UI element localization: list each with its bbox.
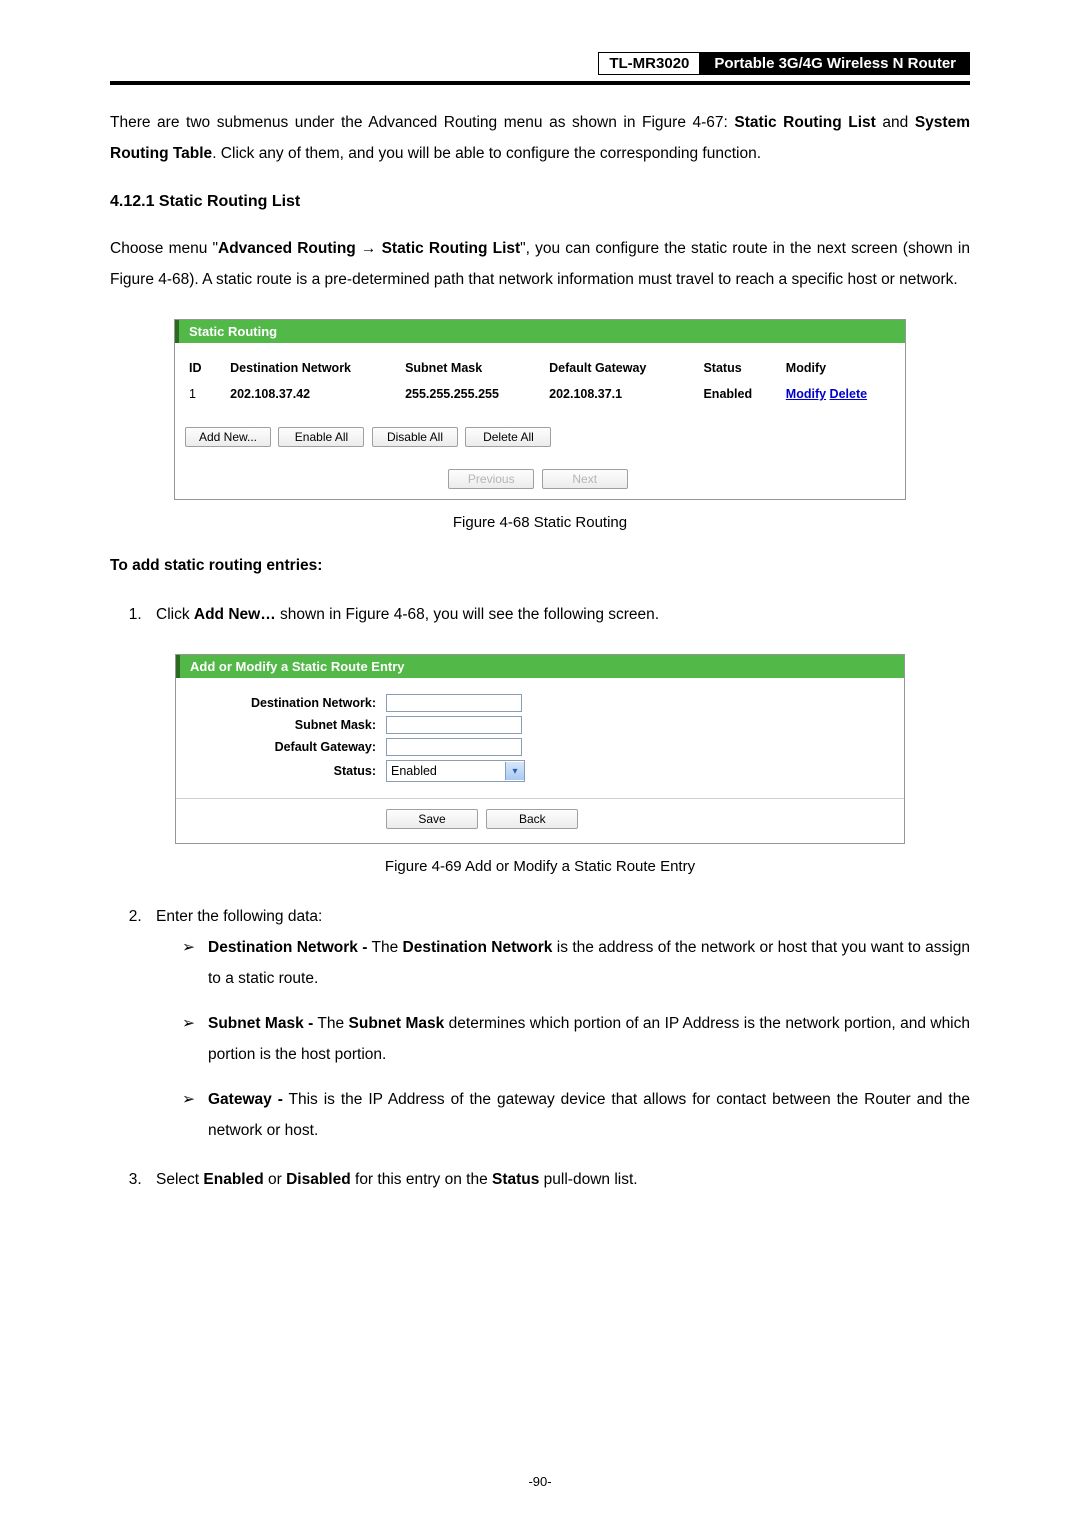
s3-b2: Disabled — [286, 1171, 351, 1188]
default-gateway-input[interactable] — [386, 738, 522, 756]
table-header-row: ID Destination Network Subnet Mask Defau… — [185, 357, 895, 383]
intro-mid: and — [876, 114, 915, 131]
th-default-gateway: Default Gateway — [545, 357, 699, 383]
add-entries-subhead: To add static routing entries: — [110, 557, 970, 575]
next-button[interactable]: Next — [542, 469, 628, 489]
s3-t2: or — [264, 1171, 286, 1188]
intro-text1: There are two submenus under the Advance… — [110, 114, 734, 131]
cell-destination-network: 202.108.37.42 — [226, 383, 401, 409]
panel2-title: Add or Modify a Static Route Entry — [176, 655, 904, 678]
section-title: 4.12.1 Static Routing List — [110, 193, 970, 211]
panel1-button-row1: Add New... Enable All Disable All Delete… — [185, 427, 895, 447]
s3-t4: pull-down list. — [539, 1171, 637, 1188]
form-row-destination-network: Destination Network: — [176, 692, 904, 714]
add-modify-panel: Add or Modify a Static Route Entry Desti… — [175, 654, 905, 844]
step1-prefix: Click — [156, 606, 194, 623]
subnet-mask-input[interactable] — [386, 716, 522, 734]
back-button[interactable]: Back — [486, 809, 578, 829]
step-3: Select Enabled or Disabled for this entr… — [146, 1164, 970, 1195]
th-id: ID — [185, 357, 226, 383]
chevron-down-icon: ▾ — [505, 762, 524, 780]
disable-all-button[interactable]: Disable All — [372, 427, 458, 447]
form-row-status: Status: Enabled ▾ — [176, 758, 904, 784]
b1-b2: Destination Network — [403, 939, 553, 956]
cell-subnet-mask: 255.255.255.255 — [401, 383, 545, 409]
panel2-button-row: Save Back — [176, 798, 904, 839]
p2-arrow-icon: → — [356, 240, 382, 257]
delete-link[interactable]: Delete — [830, 387, 868, 401]
th-status: Status — [699, 357, 781, 383]
header-divider: TL-MR3020Portable 3G/4G Wireless N Route… — [110, 50, 970, 85]
para-choose-menu: Choose menu "Advanced Routing → Static R… — [110, 233, 970, 295]
previous-button[interactable]: Previous — [448, 469, 534, 489]
step2-intro: Enter the following data: — [156, 908, 322, 925]
cell-default-gateway: 202.108.37.1 — [545, 383, 699, 409]
modify-link[interactable]: Modify — [786, 387, 826, 401]
form-row-default-gateway: Default Gateway: — [176, 736, 904, 758]
bullet-gateway: Gateway - This is the IP Address of the … — [182, 1084, 970, 1146]
bullet-subnet-mask: Subnet Mask - The Subnet Mask determines… — [182, 1008, 970, 1070]
p2-b2: Static Routing List — [382, 240, 521, 257]
s3-b3: Status — [492, 1171, 539, 1188]
intro-text2: . Click any of them, and you will be abl… — [212, 145, 761, 162]
b2-b1: Subnet Mask - — [208, 1015, 313, 1032]
label-status: Status: — [176, 764, 386, 778]
product-name: Portable 3G/4G Wireless N Router — [700, 52, 970, 75]
delete-all-button[interactable]: Delete All — [465, 427, 551, 447]
page-number: -90- — [110, 1474, 970, 1489]
s3-t3: for this entry on the — [351, 1171, 492, 1188]
model-number: TL-MR3020 — [598, 52, 700, 75]
step1-suffix: shown in Figure 4-68, you will see the f… — [276, 606, 659, 623]
b2-b2: Subnet Mask — [349, 1015, 445, 1032]
status-select[interactable]: Enabled ▾ — [386, 760, 525, 782]
cell-status: Enabled — [699, 383, 781, 409]
cell-id: 1 — [185, 383, 226, 409]
panel1-title: Static Routing — [175, 320, 905, 343]
form-row-subnet-mask: Subnet Mask: — [176, 714, 904, 736]
b2-t1: The — [313, 1015, 348, 1032]
intro-bold1: Static Routing List — [734, 114, 875, 131]
static-routing-table: ID Destination Network Subnet Mask Defau… — [185, 357, 895, 409]
static-routing-panel: Static Routing ID Destination Network Su… — [174, 319, 906, 500]
b3-b1: Gateway - — [208, 1091, 283, 1108]
th-subnet-mask: Subnet Mask — [401, 357, 545, 383]
step-2: Enter the following data: Destination Ne… — [146, 901, 970, 1146]
figure-caption-2: Figure 4-69 Add or Modify a Static Route… — [110, 858, 970, 875]
figure-caption-1: Figure 4-68 Static Routing — [110, 514, 970, 531]
panel1-button-row2: Previous Next — [185, 469, 895, 489]
b1-b1: Destination Network - — [208, 939, 367, 956]
table-row: 1 202.108.37.42 255.255.255.255 202.108.… — [185, 383, 895, 409]
cell-modify: Modify Delete — [782, 383, 895, 409]
th-destination-network: Destination Network — [226, 357, 401, 383]
label-destination-network: Destination Network: — [176, 696, 386, 710]
destination-network-input[interactable] — [386, 694, 522, 712]
add-new-button[interactable]: Add New... — [185, 427, 271, 447]
bullet-destination-network: Destination Network - The Destination Ne… — [182, 932, 970, 994]
s3-b1: Enabled — [203, 1171, 263, 1188]
save-button[interactable]: Save — [386, 809, 478, 829]
b3-t1: This is the IP Address of the gateway de… — [208, 1091, 970, 1139]
b1-t1: The — [367, 939, 402, 956]
intro-paragraph: There are two submenus under the Advance… — [110, 107, 970, 169]
enable-all-button[interactable]: Enable All — [278, 427, 364, 447]
s3-t1: Select — [156, 1171, 203, 1188]
status-select-value: Enabled — [387, 764, 505, 778]
label-default-gateway: Default Gateway: — [176, 740, 386, 754]
step-1: Click Add New… shown in Figure 4-68, you… — [146, 599, 970, 630]
step1-bold: Add New… — [194, 606, 276, 623]
p2-b1: Advanced Routing — [218, 240, 356, 257]
p2-t1: Choose menu " — [110, 240, 218, 257]
label-subnet-mask: Subnet Mask: — [176, 718, 386, 732]
th-modify: Modify — [782, 357, 895, 383]
